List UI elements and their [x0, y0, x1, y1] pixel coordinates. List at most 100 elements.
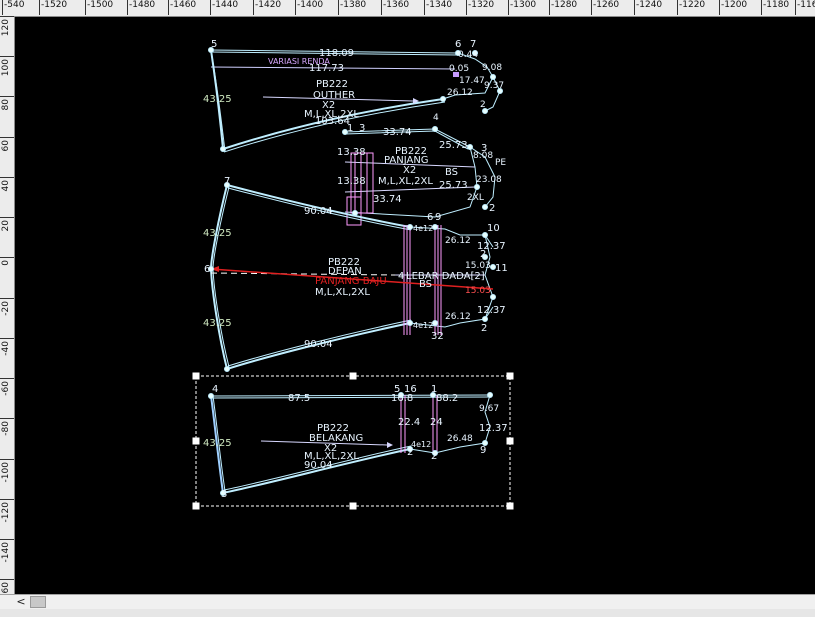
- point-label: 6: [427, 212, 433, 223]
- point-label: 2: [489, 203, 495, 214]
- ruler-tick: -540: [2, 0, 24, 15]
- dim: 13.38: [337, 176, 366, 187]
- variasi-label: VARIASI RENDA: [268, 57, 330, 66]
- dim: 23.08: [476, 175, 502, 185]
- dim: 24: [430, 417, 443, 428]
- piece-sizes: M,L,XL,2XL: [315, 287, 370, 298]
- point-label: 10: [487, 223, 500, 234]
- side-label: 2XL: [467, 193, 484, 203]
- resize-handle: [506, 372, 514, 380]
- resize-handle: [506, 502, 514, 510]
- scroll-left-button[interactable]: <: [14, 595, 28, 609]
- pattern-drawing: 5 6 7 118.09 117.73 VARIASI RENDA 0.44 0…: [192, 39, 514, 510]
- dim-side: 43.25: [203, 438, 232, 449]
- ruler-tick: -1460: [168, 0, 196, 15]
- point-label: 2: [431, 451, 437, 462]
- status-strip: [0, 609, 815, 617]
- dim: 22.4: [398, 417, 420, 428]
- point-label: 11: [495, 263, 508, 274]
- ruler-tick: -140: [0, 539, 14, 580]
- dim: 12.37: [477, 305, 506, 316]
- horizontal-ruler: -540 -1520 -1500 -1480 -1460 -1440 -1420…: [0, 0, 815, 17]
- ruler-tick: -1240: [634, 0, 662, 15]
- point-label: 4: [433, 113, 439, 123]
- point-label: 2: [407, 447, 413, 458]
- ruler-tick: 120: [0, 16, 14, 57]
- dim-bottom: 103.64: [315, 116, 350, 127]
- ruler-tick: 100: [0, 56, 14, 97]
- dim: 33.74: [373, 194, 402, 205]
- ruler-tick: -1380: [338, 0, 366, 15]
- dim-bottom: 90.04: [304, 460, 333, 471]
- dim: 9.67: [479, 404, 499, 414]
- dim: 8.08: [473, 151, 493, 161]
- hem-label: 4e12: [411, 440, 431, 449]
- point-label: 6: [455, 39, 461, 50]
- ruler-tick: -40: [0, 338, 14, 379]
- dim: 26.12: [445, 236, 471, 246]
- drawing-canvas[interactable]: 5 6 7 118.09 117.73 VARIASI RENDA 0.44 0…: [15, 17, 815, 594]
- dim: 9.08: [482, 63, 502, 73]
- point-label: 3: [221, 489, 227, 500]
- dim: 88.2: [436, 393, 458, 404]
- ruler-tick: -1200: [719, 0, 747, 15]
- hem-label: 4e12: [413, 224, 433, 233]
- dim: 33.74: [383, 127, 412, 138]
- horizontal-scrollbar[interactable]: <: [0, 594, 815, 609]
- resize-handle: [349, 502, 357, 510]
- bs-label: BS: [419, 279, 432, 290]
- ruler-tick: 0: [0, 257, 14, 298]
- point-label: 6: [204, 264, 210, 275]
- resize-handle: [192, 437, 200, 445]
- dim-curve: 90.04: [304, 206, 333, 217]
- dim: 16.8: [391, 393, 413, 404]
- resize-handle: [506, 437, 514, 445]
- dim: 0.05: [449, 64, 469, 74]
- bs-label: BS: [445, 167, 458, 178]
- point-label: 2: [480, 249, 486, 260]
- ruler-tick: -1520: [39, 0, 67, 15]
- ruler-tick: -1420: [253, 0, 281, 15]
- point-label: 3: [359, 123, 365, 134]
- point-label: 9: [435, 212, 441, 223]
- ruler-tick: -1220: [677, 0, 705, 15]
- dim: 25.73: [439, 180, 468, 191]
- ruler-tick: -1260: [591, 0, 619, 15]
- ruler-tick: 20: [0, 217, 14, 258]
- dim: 26.48: [447, 434, 473, 444]
- dim-side: 43.25: [203, 94, 232, 105]
- point-label: 5: [211, 39, 217, 50]
- dim: 12.37: [479, 423, 508, 434]
- piece-name: PB222: [316, 79, 348, 90]
- dada-label: LEBAR DADA[2]: [406, 271, 485, 282]
- ruler-tick: 40: [0, 177, 14, 218]
- point-label: 32: [431, 331, 444, 342]
- ruler-tick: -1300: [508, 0, 536, 15]
- piece-qty: X2: [403, 165, 416, 176]
- vertical-ruler: 120 100 80 60 40 20 0 -20 -40 -60 -80 -1…: [0, 16, 15, 601]
- point-label: 2: [480, 100, 486, 110]
- point-label: 7: [470, 39, 476, 50]
- dim: 25.73: [439, 140, 468, 151]
- ruler-tick: -120: [0, 499, 14, 540]
- piece-sizes: M,L,XL,2XL: [378, 176, 433, 187]
- pattern-piece-belakang[interactable]: [208, 392, 493, 496]
- ruler-tick: 80: [0, 96, 14, 137]
- dim: 9.37: [484, 81, 504, 91]
- dim-side: 43.25: [203, 318, 232, 329]
- hem-label: 4e12: [413, 321, 433, 330]
- point-label: 4: [212, 384, 218, 395]
- resize-handle: [349, 372, 357, 380]
- point-label: 7: [224, 176, 230, 187]
- dim: 0.44: [458, 50, 478, 60]
- ruler-tick: -1500: [85, 0, 113, 15]
- ruler-tick: -1400: [295, 0, 323, 15]
- dim-side: 43.25: [203, 228, 232, 239]
- ruler-tick: -1180: [761, 0, 789, 15]
- ruler-tick: -116: [795, 0, 815, 15]
- resize-handle: [192, 502, 200, 510]
- scroll-thumb[interactable]: [30, 596, 46, 608]
- ruler-tick: -1280: [549, 0, 577, 15]
- ruler-tick: -80: [0, 418, 14, 459]
- ruler-tick: 60: [0, 137, 14, 178]
